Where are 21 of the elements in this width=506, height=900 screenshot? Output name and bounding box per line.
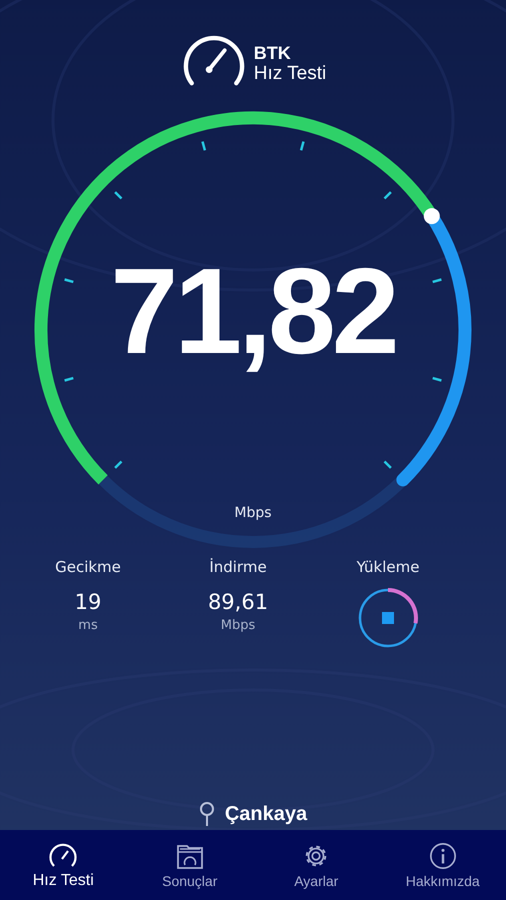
stat-unit: Mbps <box>220 618 256 633</box>
upload-progress-ring[interactable] <box>358 588 418 648</box>
stat-label: Yükleme <box>356 558 420 576</box>
info-icon <box>428 842 458 870</box>
speed-value: 71,82 <box>109 250 397 372</box>
nav-tab[interactable]: Ayarlar <box>253 830 380 900</box>
nav-tab[interactable]: Hakkımızda <box>380 830 506 900</box>
speedometer-icon <box>48 840 78 868</box>
nav-tab[interactable]: Sonuçlar <box>126 830 253 900</box>
stat-value: 19 <box>74 590 102 614</box>
location-pin-icon <box>198 801 215 827</box>
app-title: Hız Testi <box>254 64 326 82</box>
stat-value: 89,61 <box>208 590 268 614</box>
brand-name: BTK <box>254 44 292 62</box>
stat-label: İndirme <box>209 558 267 576</box>
location-name: Çankaya <box>224 802 308 826</box>
speed-unit: Mbps <box>233 505 273 521</box>
stat-label: Gecikme <box>55 558 121 576</box>
stat-unit: ms <box>78 618 98 633</box>
nav-tab[interactable]: Hız Testi <box>0 830 126 900</box>
gauge-needle-dot <box>424 208 440 224</box>
